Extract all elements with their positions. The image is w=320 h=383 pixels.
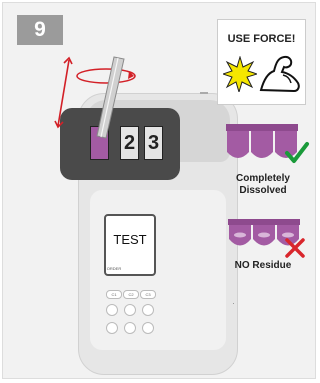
device-button-up-down[interactable]: [142, 322, 154, 334]
device-button-power[interactable]: [124, 322, 136, 334]
screen-softkey-1: ORDER: [106, 266, 122, 271]
flexed-arm-icon: [259, 55, 300, 93]
use-force-label: USE FORCE!: [227, 33, 296, 45]
dissolved-label-line1: Completely: [236, 173, 290, 184]
device-button-c3[interactable]: C3: [140, 290, 156, 299]
check-icon: [285, 142, 309, 163]
device-button-enter[interactable]: [142, 304, 154, 316]
cross-icon: [285, 238, 305, 258]
dissolved-label-line2: Dissolved: [239, 185, 287, 196]
device-button-c1[interactable]: C1: [106, 290, 122, 299]
stray-dot: [233, 303, 234, 304]
screen-text: TEST: [113, 232, 147, 247]
instruction-card: { "step": { "number": "9" }, "tester": {…: [0, 0, 320, 383]
connector-dash: [200, 92, 208, 94]
device-button-list[interactable]: [106, 322, 118, 334]
rotate-arrow-icon: [76, 68, 136, 84]
device-button-c2[interactable]: C2: [123, 290, 139, 299]
impact-burst-icon: [223, 56, 257, 92]
no-residue-label: NO Residue: [234, 260, 292, 271]
up-down-arrow-icon: [54, 56, 73, 129]
device-button-return[interactable]: [124, 304, 136, 316]
device-button-menu[interactable]: [106, 304, 118, 316]
